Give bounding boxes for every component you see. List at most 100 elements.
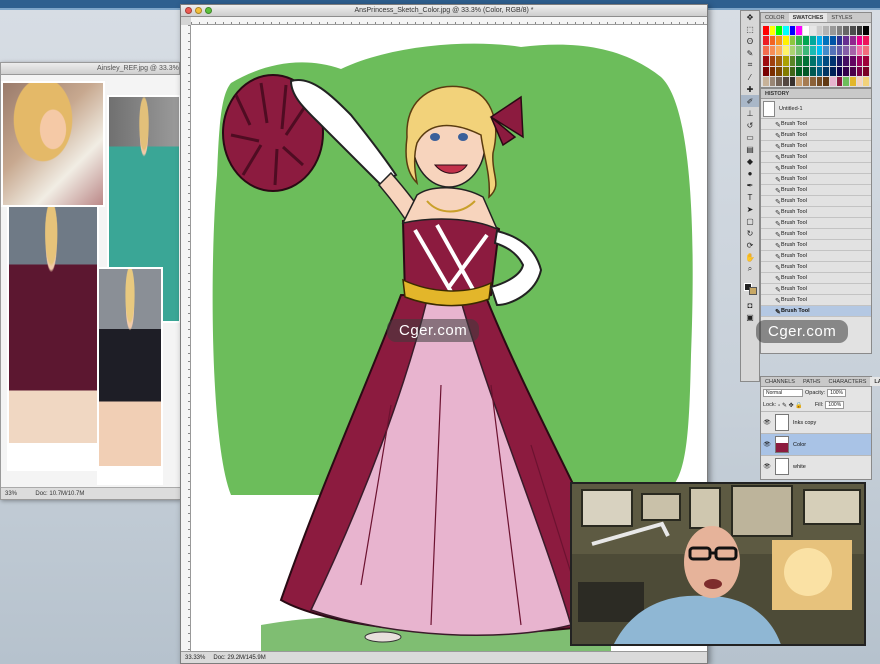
color-swatch[interactable] <box>863 46 869 56</box>
zoom-button[interactable] <box>205 7 212 14</box>
color-swatch[interactable] <box>796 26 803 36</box>
color-swatch[interactable] <box>816 26 823 36</box>
color-swatch[interactable] <box>843 76 849 86</box>
color-swatch[interactable] <box>843 56 849 66</box>
color-swatch[interactable] <box>803 66 809 76</box>
color-swatch[interactable] <box>809 36 816 46</box>
color-swatch[interactable] <box>776 56 783 66</box>
screen-mode-icon[interactable]: ▣ <box>741 311 759 323</box>
tab-paths[interactable]: PATHS <box>799 377 825 386</box>
gradient-tool-icon[interactable]: ▤ <box>741 143 759 155</box>
color-swatch[interactable] <box>796 66 803 76</box>
document-zoom[interactable]: 33.33% <box>185 652 205 663</box>
history-state[interactable]: ✎ Brush Tool <box>761 284 871 295</box>
color-swatch[interactable] <box>809 56 816 66</box>
layer-row[interactable]: 👁 Color <box>761 433 871 455</box>
blend-mode-select[interactable]: Normal <box>763 389 803 397</box>
history-snapshot[interactable]: Untitled-1 <box>761 99 871 119</box>
3d-orbit-tool-icon[interactable]: ⟳ <box>741 239 759 251</box>
color-swatch[interactable] <box>803 56 809 66</box>
color-swatch[interactable] <box>816 66 823 76</box>
color-swatch[interactable] <box>776 46 783 56</box>
reference-window[interactable]: Ainsley_REF.jpg @ 33.3% 33% Doc: 10.7M/1… <box>0 62 181 500</box>
quick-mask-icon[interactable]: ◘ <box>741 299 759 311</box>
color-swatch[interactable] <box>803 36 809 46</box>
eye-icon[interactable]: 👁 <box>763 419 771 426</box>
minimize-button[interactable] <box>195 7 202 14</box>
foreground-background-swatch[interactable] <box>741 275 759 299</box>
color-swatch[interactable] <box>783 66 789 76</box>
tab-channels[interactable]: CHANNELS <box>761 377 799 386</box>
color-swatch[interactable] <box>789 76 796 86</box>
color-swatch[interactable] <box>863 36 869 46</box>
color-swatch[interactable] <box>769 36 776 46</box>
color-swatch[interactable] <box>783 76 789 86</box>
color-swatch[interactable] <box>829 36 836 46</box>
color-swatch[interactable] <box>829 56 836 66</box>
document-title-bar[interactable]: AnsPrincess_Sketch_Color.jpg @ 33.3% (Co… <box>181 5 707 17</box>
color-swatch[interactable] <box>836 26 843 36</box>
color-swatch[interactable] <box>776 36 783 46</box>
color-swatch[interactable] <box>836 66 843 76</box>
tab-styles[interactable]: STYLES <box>827 13 856 22</box>
history-state[interactable]: ✎ Brush Tool <box>761 273 871 284</box>
color-swatch[interactable] <box>823 46 829 56</box>
color-swatch[interactable] <box>789 66 796 76</box>
move-tool-icon[interactable]: ✥ <box>741 11 759 23</box>
shape-tool-icon[interactable]: ▢ <box>741 215 759 227</box>
tab-swatches[interactable]: SWATCHES <box>788 13 828 22</box>
color-swatch[interactable] <box>829 66 836 76</box>
brush-tool-icon[interactable]: ✐ <box>741 95 759 107</box>
opacity-field[interactable]: 100% <box>827 389 846 397</box>
color-swatch[interactable] <box>829 26 836 36</box>
color-swatch[interactable] <box>849 36 856 46</box>
color-swatch[interactable] <box>809 46 816 56</box>
history-state[interactable]: ✎ Brush Tool <box>761 218 871 229</box>
color-swatch[interactable] <box>763 36 769 46</box>
eyedropper-tool-icon[interactable]: ⁄ <box>741 71 759 83</box>
layer-row[interactable]: 👁 Inks copy <box>761 411 871 433</box>
history-state[interactable]: ✎ Brush Tool <box>761 163 871 174</box>
color-swatch[interactable] <box>769 56 776 66</box>
3d-rotate-tool-icon[interactable]: ↻ <box>741 227 759 239</box>
color-swatch[interactable] <box>776 76 783 86</box>
color-swatch[interactable] <box>789 46 796 56</box>
color-swatch[interactable] <box>796 36 803 46</box>
color-swatch[interactable] <box>803 26 809 36</box>
history-state[interactable]: ✎ Brush Tool <box>761 174 871 185</box>
color-swatch[interactable] <box>796 56 803 66</box>
color-swatch[interactable] <box>829 76 836 86</box>
horizontal-ruler[interactable] <box>191 17 707 25</box>
history-state[interactable]: ✎ Brush Tool <box>761 196 871 207</box>
color-swatch[interactable] <box>769 76 776 86</box>
color-swatch[interactable] <box>783 36 789 46</box>
fill-field[interactable]: 100% <box>825 401 845 409</box>
color-swatch[interactable] <box>789 56 796 66</box>
color-swatch[interactable] <box>796 76 803 86</box>
color-swatch[interactable] <box>863 26 869 36</box>
color-swatch[interactable] <box>823 36 829 46</box>
color-swatch[interactable] <box>843 46 849 56</box>
type-tool-icon[interactable]: T <box>741 191 759 203</box>
color-swatch[interactable] <box>769 26 776 36</box>
vertical-ruler[interactable] <box>181 25 191 651</box>
color-swatch[interactable] <box>763 46 769 56</box>
color-swatch[interactable] <box>829 46 836 56</box>
color-swatch[interactable] <box>783 26 789 36</box>
color-swatch[interactable] <box>836 36 843 46</box>
history-brush-tool-icon[interactable]: ↺ <box>741 119 759 131</box>
crop-tool-icon[interactable]: ⌗ <box>741 59 759 71</box>
blur-tool-icon[interactable]: ◆ <box>741 155 759 167</box>
color-swatch[interactable] <box>849 76 856 86</box>
history-state[interactable]: ✎ Brush Tool <box>761 306 871 317</box>
history-state[interactable]: ✎ Brush Tool <box>761 152 871 163</box>
color-swatch[interactable] <box>776 26 783 36</box>
history-state[interactable]: ✎ Brush Tool <box>761 119 871 130</box>
color-swatch[interactable] <box>809 26 816 36</box>
color-swatch[interactable] <box>763 26 769 36</box>
tab-layers[interactable]: LAYERS <box>870 377 880 386</box>
dodge-tool-icon[interactable]: ● <box>741 167 759 179</box>
color-swatch[interactable] <box>789 36 796 46</box>
history-state[interactable]: ✎ Brush Tool <box>761 240 871 251</box>
color-swatch[interactable] <box>856 36 863 46</box>
